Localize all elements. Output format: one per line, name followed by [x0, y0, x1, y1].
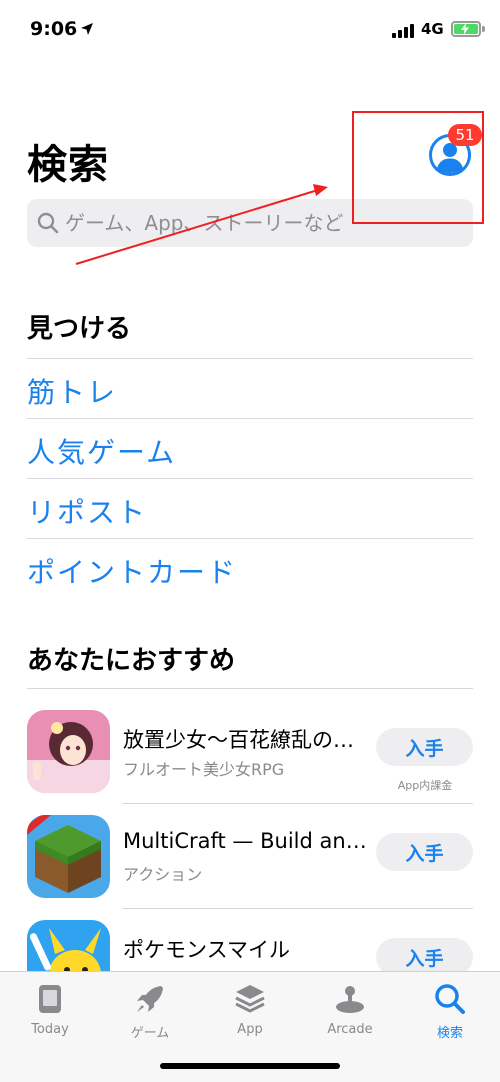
status-bar: 9:06 4G: [0, 0, 500, 60]
battery-charging-icon: [451, 21, 481, 37]
notification-badge: 51: [448, 124, 482, 146]
today-icon: [39, 985, 61, 1013]
discover-item-popular-games[interactable]: 人気ゲーム: [27, 418, 473, 478]
recommended-title: あなたにおすすめ: [27, 646, 236, 676]
app-subtitle: フルオート美少女RPG: [123, 760, 285, 779]
search-input[interactable]: [65, 199, 465, 247]
rocket-icon: [137, 986, 163, 1012]
status-time: 9:06: [30, 18, 78, 40]
tab-search[interactable]: 検索: [400, 978, 500, 1044]
network-type: 4G: [421, 20, 444, 38]
tab-label: App: [237, 1022, 263, 1037]
app-name: ポケモンスマイル: [123, 938, 290, 962]
discover-item-label: 人気ゲーム: [27, 436, 177, 469]
discover-item-label: ポイントカード: [27, 556, 238, 589]
home-indicator: [160, 1063, 340, 1069]
app-name: 放置少女～百花繚乱の萌姫たち: [123, 728, 368, 752]
discover-title: 見つける: [27, 314, 132, 344]
tab-label: Today: [31, 1022, 69, 1037]
tab-label: ゲーム: [130, 1026, 170, 1041]
layers-icon: [235, 985, 265, 1013]
app-icon-houchi-shoujo: [27, 710, 110, 793]
app-row-multicraft[interactable]: MultiCraft — Build and Mine アクション 入手: [27, 805, 473, 909]
row-divider: [122, 803, 473, 804]
search-icon: [435, 984, 465, 1014]
app-name: MultiCraft — Build and Mine: [123, 829, 368, 853]
location-arrow-icon: [81, 23, 93, 35]
tab-apps[interactable]: App: [200, 978, 300, 1044]
app-row-houchi-shoujo[interactable]: 放置少女～百花繚乱の萌姫たち フルオート美少女RPG 入手 App内課金: [27, 700, 473, 804]
get-button[interactable]: 入手: [376, 833, 473, 871]
get-button[interactable]: 入手: [376, 728, 473, 766]
tab-today[interactable]: Today: [0, 978, 100, 1044]
cellular-signal-icon: [392, 22, 418, 38]
search-bar[interactable]: [27, 199, 473, 247]
discover-item-label: リポスト: [27, 496, 148, 529]
tab-arcade[interactable]: Arcade: [300, 978, 400, 1044]
page-title: 検索: [27, 142, 109, 188]
section-divider: [27, 688, 473, 689]
tab-games[interactable]: ゲーム: [100, 978, 200, 1044]
discover-item-label: 筋トレ: [27, 376, 118, 409]
tab-label: Arcade: [327, 1022, 373, 1037]
battery-tip: [482, 26, 485, 32]
tab-label: 検索: [436, 1026, 463, 1041]
in-app-purchase-note: App内課金: [397, 779, 453, 792]
app-icon-multicraft: [27, 815, 110, 898]
discover-item-repost[interactable]: リポスト: [27, 478, 473, 538]
discover-item-point-card[interactable]: ポイントカード: [27, 538, 473, 598]
discover-item-workout[interactable]: 筋トレ: [27, 358, 473, 418]
search-icon: [37, 212, 59, 234]
app-subtitle: アクション: [123, 865, 203, 884]
joystick-icon: [336, 986, 364, 1013]
row-divider: [122, 908, 473, 909]
